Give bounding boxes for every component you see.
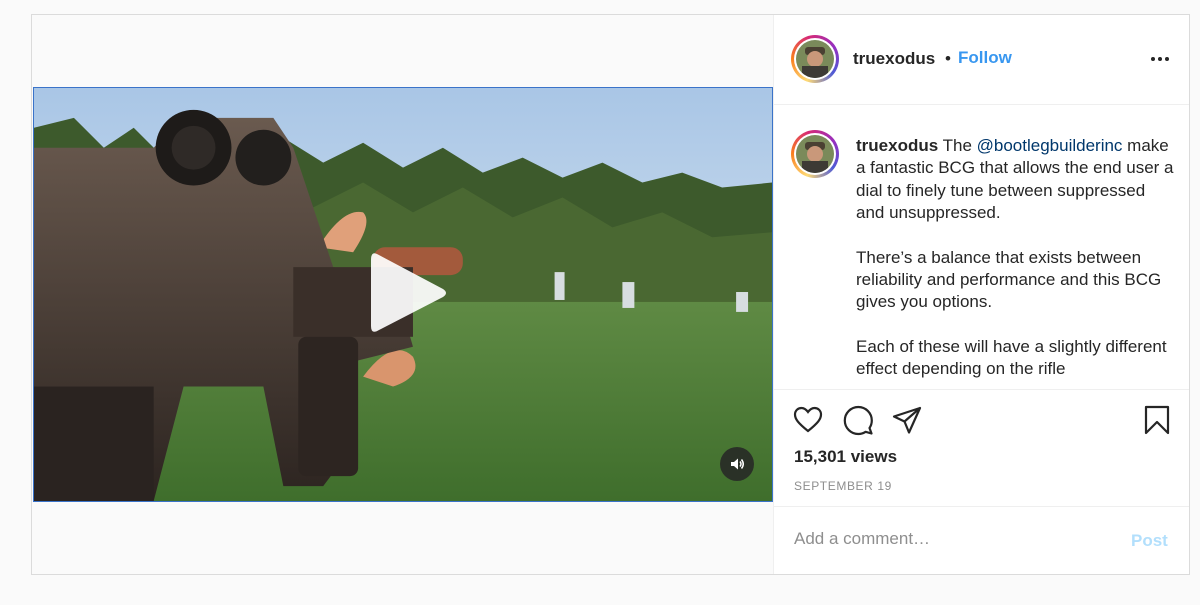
caption-avatar[interactable] (791, 130, 839, 178)
video-player[interactable] (33, 87, 773, 502)
author-username[interactable]: truexodus (853, 49, 935, 69)
paper-plane-icon[interactable] (891, 404, 923, 436)
caption-area[interactable]: truexodus The @bootlegbuilderinc make a … (774, 106, 1189, 388)
play-icon[interactable] (369, 248, 449, 338)
avatar-photo (796, 135, 834, 173)
media-column (32, 15, 774, 574)
caption-paragraph: truexodus The @bootlegbuilderinc make a … (856, 135, 1174, 225)
more-horizontal-icon[interactable] (1148, 49, 1172, 69)
heart-icon[interactable] (792, 404, 824, 436)
caption-paragraph-2: There’s a balance that exists between re… (856, 247, 1162, 312)
speaker-icon[interactable] (720, 447, 754, 481)
comment-form: Post (774, 506, 1189, 574)
comment-input[interactable] (794, 529, 1114, 549)
author-avatar[interactable] (791, 35, 839, 83)
caption-lead: The (942, 136, 977, 155)
follow-button[interactable]: Follow (958, 48, 1012, 68)
bookmark-icon[interactable] (1141, 404, 1173, 436)
caption-text: truexodus The @bootlegbuilderinc make a … (856, 135, 1174, 388)
post-date[interactable]: SEPTEMBER 19 (794, 479, 892, 493)
avatar-photo (796, 40, 834, 78)
view-count[interactable]: 15,301 views (794, 447, 897, 467)
separator-dot: • (945, 49, 951, 68)
caption-username[interactable]: truexodus (856, 136, 938, 155)
post-header: truexodus • Follow (774, 15, 1189, 105)
post-comment-button[interactable]: Post (1131, 531, 1168, 551)
caption-paragraph-3: Each of these will have a slightly diffe… (856, 336, 1167, 379)
post-card: truexodus • Follow truexodus The @bootle… (31, 14, 1190, 575)
post-sidebar: truexodus • Follow truexodus The @bootle… (774, 15, 1189, 574)
mention-link[interactable]: @bootlegbuilderinc (977, 136, 1123, 155)
comment-icon[interactable] (842, 404, 874, 436)
